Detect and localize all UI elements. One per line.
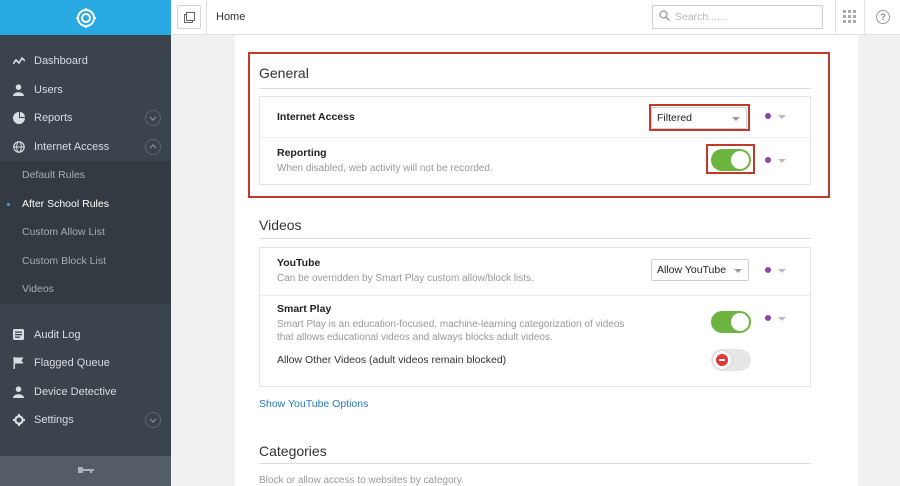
search-box[interactable] bbox=[652, 5, 823, 29]
blocked-icon bbox=[716, 354, 728, 366]
setting-row-youtube: YouTube Can be overridden by Smart Play … bbox=[260, 248, 810, 295]
divider bbox=[259, 238, 811, 239]
apps-grid-icon[interactable] bbox=[843, 10, 856, 26]
sidebar-item-label: Device Detective bbox=[34, 385, 117, 398]
window-toggle-button[interactable] bbox=[177, 5, 201, 29]
highlight-box-select bbox=[649, 104, 750, 131]
sidebar-item-audit-log[interactable]: Audit Log bbox=[0, 321, 171, 350]
status-dot-icon bbox=[765, 315, 771, 321]
divider bbox=[206, 0, 207, 35]
sidebar-nav-secondary: Audit Log Flagged Queue Device Detective… bbox=[0, 304, 171, 435]
pie-chart-icon bbox=[12, 112, 25, 125]
status-dot-icon bbox=[765, 267, 771, 273]
gear-icon bbox=[12, 414, 25, 427]
search-icon bbox=[659, 10, 671, 24]
sidebar-subitem-default-rules[interactable]: Default Rules bbox=[0, 161, 171, 190]
sidebar-item-label: Flagged Queue bbox=[34, 357, 110, 370]
flag-icon bbox=[12, 357, 25, 370]
caret-down-icon bbox=[734, 269, 742, 273]
list-icon bbox=[12, 328, 25, 341]
sidebar-item-label: Reports bbox=[34, 112, 73, 125]
sidebar-subitem-videos[interactable]: Videos bbox=[0, 275, 171, 304]
globe-icon bbox=[12, 140, 25, 153]
chevron-down-icon[interactable] bbox=[778, 269, 786, 273]
chevron-up-icon[interactable] bbox=[145, 138, 161, 155]
categories-description: Block or allow access to websites by cat… bbox=[259, 475, 464, 486]
chevron-down-icon[interactable] bbox=[145, 110, 161, 127]
divider bbox=[835, 0, 836, 35]
internet-access-subnav: Default Rules After School Rules Custom … bbox=[0, 161, 171, 304]
sidebar-item-reports[interactable]: Reports bbox=[0, 104, 171, 133]
smart-play-toggle[interactable] bbox=[711, 311, 751, 333]
sidebar-subitem-custom-block-list[interactable]: Custom Block List bbox=[0, 247, 171, 276]
sidebar-item-label: Audit Log bbox=[34, 328, 81, 341]
select-value: Allow YouTube bbox=[657, 264, 727, 276]
sidebar-item-label: Dashboard bbox=[34, 55, 88, 68]
toggle-knob bbox=[713, 351, 731, 369]
sidebar-item-label: Settings bbox=[34, 414, 74, 427]
setting-row-smart-play: Smart Play Smart Play is an education-fo… bbox=[260, 296, 810, 388]
setting-description: Smart Play is an education-focused, mach… bbox=[277, 319, 625, 343]
sidebar-item-label: Internet Access bbox=[34, 140, 110, 153]
sidebar-item-dashboard[interactable]: Dashboard bbox=[0, 47, 171, 76]
main-panel: General Internet Access Filtered Reporti… bbox=[235, 35, 858, 486]
help-icon[interactable]: ? bbox=[876, 10, 890, 24]
allow-other-videos-label: Allow Other Videos (adult videos remain … bbox=[277, 354, 507, 366]
divider bbox=[259, 463, 811, 464]
chevron-down-icon[interactable] bbox=[145, 412, 161, 429]
section-title-categories: Categories bbox=[259, 443, 327, 459]
allow-other-videos-toggle[interactable] bbox=[711, 349, 751, 371]
setting-title: Smart Play bbox=[277, 303, 332, 315]
activity-icon bbox=[12, 55, 25, 68]
breadcrumb-home[interactable]: Home bbox=[216, 11, 245, 23]
section-title-videos: Videos bbox=[259, 217, 302, 233]
sidebar-subitem-custom-allow-list[interactable]: Custom Allow List bbox=[0, 218, 171, 247]
sidebar-item-users[interactable]: Users bbox=[0, 76, 171, 105]
sidebar-item-internet-access[interactable]: Internet Access bbox=[0, 133, 171, 162]
top-bar: Home ? bbox=[171, 0, 900, 35]
target-logo-icon[interactable] bbox=[75, 7, 97, 29]
logo-bar[interactable] bbox=[0, 0, 171, 35]
sidebar-collapse-button[interactable] bbox=[0, 456, 171, 486]
user-icon bbox=[12, 385, 25, 398]
sidebar: Dashboard Users Reports Internet Access bbox=[0, 0, 171, 486]
sidebar-nav: Dashboard Users Reports Internet Access bbox=[0, 35, 171, 161]
sidebar-item-flagged-queue[interactable]: Flagged Queue bbox=[0, 349, 171, 378]
highlight-box-toggle bbox=[706, 144, 755, 174]
divider bbox=[864, 0, 865, 35]
sidebar-subitem-after-school-rules[interactable]: After School Rules bbox=[0, 190, 171, 219]
videos-card: YouTube Can be overridden by Smart Play … bbox=[259, 247, 811, 387]
setting-title: YouTube bbox=[277, 257, 321, 269]
chevron-down-icon[interactable] bbox=[778, 317, 786, 321]
setting-description: Can be overridden by Smart Play custom a… bbox=[277, 273, 534, 284]
search-input[interactable] bbox=[675, 11, 815, 23]
user-icon bbox=[12, 83, 25, 96]
show-youtube-options-link[interactable]: Show YouTube Options bbox=[259, 398, 368, 410]
collapse-key-icon bbox=[77, 465, 94, 477]
sidebar-item-label: Users bbox=[34, 83, 63, 96]
youtube-select[interactable]: Allow YouTube bbox=[651, 259, 749, 281]
sidebar-item-settings[interactable]: Settings bbox=[0, 406, 171, 435]
sidebar-item-device-detective[interactable]: Device Detective bbox=[0, 378, 171, 407]
